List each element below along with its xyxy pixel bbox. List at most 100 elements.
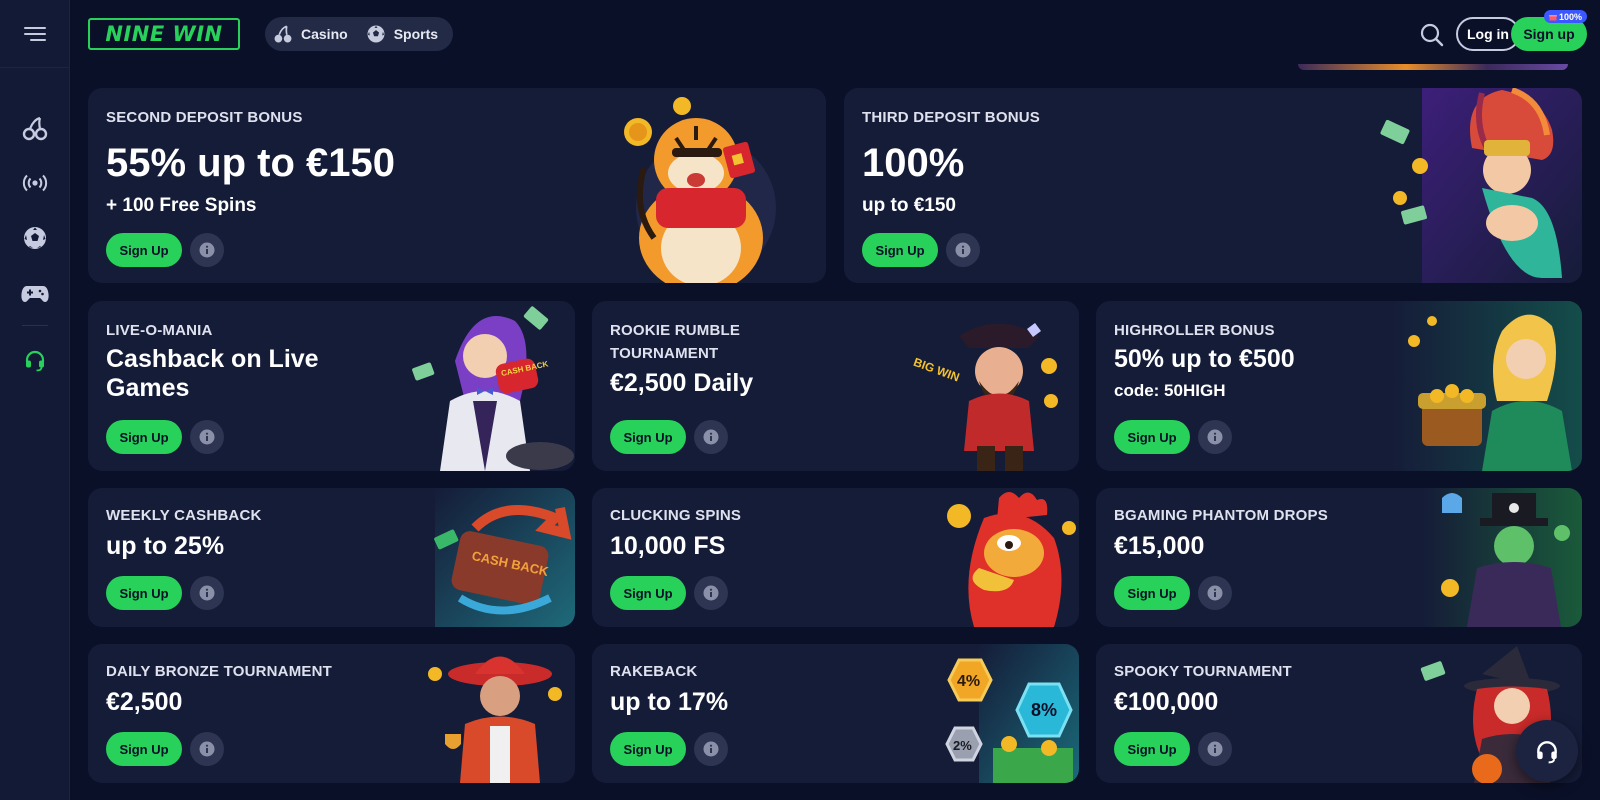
treasure-lady-illustration <box>1392 301 1582 471</box>
info-icon <box>1207 585 1223 601</box>
rake-2-text: 2% <box>953 738 972 753</box>
promo-signup-button[interactable]: Sign Up <box>610 732 686 766</box>
promo-eyebrow: WEEKLY CASHBACK <box>106 507 262 524</box>
hamburger-menu-button[interactable] <box>0 0 70 68</box>
big-win-text: BIG WIN <box>912 355 962 385</box>
promo-info-button[interactable] <box>946 233 980 267</box>
rake-8-text: 8% <box>1031 700 1057 720</box>
promo-eyebrow: BGAMING PHANTOM DROPS <box>1114 507 1328 524</box>
promo-info-button[interactable] <box>1198 420 1232 454</box>
cherry-icon <box>274 25 292 43</box>
promo-signup-button[interactable]: Sign Up <box>106 576 182 610</box>
promo-eyebrow: THIRD DEPOSIT BONUS <box>862 109 1040 126</box>
left-rail <box>0 0 70 800</box>
promo-signup-button[interactable]: Sign Up <box>1114 732 1190 766</box>
sidebar-divider <box>22 325 48 326</box>
promo-signup-button[interactable]: Sign Up <box>862 233 938 267</box>
promo-subtext: code: 50HIGH <box>1114 381 1226 400</box>
soccer-ball-icon <box>367 25 385 43</box>
info-icon <box>703 585 719 601</box>
promo-info-button[interactable] <box>190 732 224 766</box>
promo-eyebrow: DAILY BRONZE TOURNAMENT <box>106 663 333 680</box>
promo-eyebrow: SPOOKY TOURNAMENT <box>1114 663 1292 680</box>
product-switcher: Casino Sports <box>265 17 453 51</box>
promo-info-button[interactable] <box>694 420 728 454</box>
logo[interactable]: NINE WIN <box>88 18 240 50</box>
promo-headline: 10,000 FS <box>610 532 726 560</box>
search-icon <box>1420 23 1444 47</box>
promo-card-clucking-spins[interactable]: CLUCKING SPINS 10,000 FS Sign Up <box>592 488 1079 627</box>
promo-info-button[interactable] <box>694 576 728 610</box>
phantom-magician-illustration <box>1422 488 1582 627</box>
sidebar-item-live[interactable] <box>0 155 70 210</box>
promo-card-live-o-mania[interactable]: LIVE-O-MANIA Cashback on Live Games Sign… <box>88 301 575 471</box>
promo-signup-button[interactable]: Sign Up <box>1114 576 1190 610</box>
promo-card-rakeback[interactable]: RAKEBACK up to 17% Sign Up 4% 8% 2% <box>592 644 1079 783</box>
promo-info-button[interactable] <box>1198 732 1232 766</box>
promo-headline: €15,000 <box>1114 532 1205 560</box>
promo-subtext: + 100 Free Spins <box>106 195 257 216</box>
mariachi-illustration <box>428 656 562 783</box>
promo-card-spooky-tournament[interactable]: SPOOKY TOURNAMENT €100,000 Sign Up <box>1096 644 1582 783</box>
promo-signup-button[interactable]: Sign Up <box>610 420 686 454</box>
tiger-mascot-illustration <box>624 97 776 283</box>
promo-info-button[interactable] <box>190 576 224 610</box>
promo-eyebrow: LIVE-O-MANIA <box>106 322 213 339</box>
promo-headline: up to 25% <box>106 532 225 560</box>
promo-card-rookie-rumble[interactable]: ROOKIE RUMBLE TOURNAMENT €2,500 Daily Si… <box>592 301 1079 471</box>
tab-sports-label: Sports <box>393 26 439 42</box>
tab-casino[interactable]: Casino <box>273 24 348 44</box>
aztec-princess-illustration <box>1380 88 1582 283</box>
logo-text: NINE WIN <box>105 22 223 46</box>
promo-headline: 100% <box>862 141 965 185</box>
tab-sports[interactable]: Sports <box>366 24 438 44</box>
promo-signup-button[interactable]: Sign Up <box>610 576 686 610</box>
croupier-illustration: CASH BACK <box>412 306 574 471</box>
sidebar-item-sports[interactable] <box>0 210 70 265</box>
promo-eyebrow: HIGHROLLER BONUS <box>1114 322 1275 339</box>
hamburger-icon <box>24 26 46 41</box>
tab-casino-label: Casino <box>301 26 348 42</box>
promo-card-second-deposit[interactable]: SECOND DEPOSIT BONUS 55% up to €150 + 10… <box>88 88 826 283</box>
top-header: NINE WIN Casino Sports Log in Sign up 10… <box>70 0 1600 68</box>
sidebar-item-support[interactable] <box>0 332 70 387</box>
cashback-box-illustration: CASH BACK <box>434 488 575 627</box>
pirate-illustration: BIG WIN <box>912 323 1058 471</box>
promo-headline: €100,000 <box>1114 688 1219 716</box>
support-chat-button[interactable] <box>1516 720 1578 782</box>
gamepad-icon <box>21 285 49 302</box>
promo-signup-button[interactable]: Sign Up <box>106 732 182 766</box>
promo-card-daily-bronze[interactable]: DAILY BRONZE TOURNAMENT €2,500 Sign Up <box>88 644 575 783</box>
promo-info-button[interactable] <box>1198 576 1232 610</box>
info-icon <box>955 242 971 258</box>
promo-card-weekly-cashback[interactable]: WEEKLY CASHBACK up to 25% Sign Up CASH B… <box>88 488 575 627</box>
cherry-icon <box>22 116 48 140</box>
sidebar-item-casino[interactable] <box>0 100 70 155</box>
info-icon <box>199 585 215 601</box>
sidebar-item-games[interactable] <box>0 265 70 320</box>
promo-eyebrow: CLUCKING SPINS <box>610 507 742 524</box>
info-icon <box>199 429 215 445</box>
rooster-illustration <box>947 492 1076 627</box>
promo-eyebrow: RAKEBACK <box>610 663 698 680</box>
promo-info-button[interactable] <box>190 420 224 454</box>
promo-subtext: up to €150 <box>862 195 956 216</box>
promo-signup-button[interactable]: Sign Up <box>106 233 182 267</box>
promo-card-third-deposit[interactable]: THIRD DEPOSIT BONUS 100% up to €150 Sign… <box>844 88 1582 283</box>
info-icon <box>199 242 215 258</box>
promo-headline: up to 17% <box>610 688 729 716</box>
promo-card-highroller[interactable]: HIGHROLLER BONUS 50% up to €500 code: 50… <box>1096 301 1582 471</box>
promo-info-button[interactable] <box>190 233 224 267</box>
promo-headline: 55% up to €150 <box>106 141 396 185</box>
rake-4-text: 4% <box>957 673 980 690</box>
promo-signup-button[interactable]: Sign Up <box>1114 420 1190 454</box>
gift-icon <box>1548 14 1557 20</box>
promo-card-phantom-drops[interactable]: BGAMING PHANTOM DROPS €15,000 Sign Up <box>1096 488 1582 627</box>
promo-info-button[interactable] <box>694 732 728 766</box>
search-button[interactable] <box>1419 22 1445 48</box>
promo-headline: Cashback on Live Games <box>106 345 319 402</box>
promo-signup-button[interactable]: Sign Up <box>106 420 182 454</box>
signup-badge-text: 100% <box>1558 11 1582 22</box>
info-icon <box>1207 429 1223 445</box>
info-icon <box>1207 741 1223 757</box>
